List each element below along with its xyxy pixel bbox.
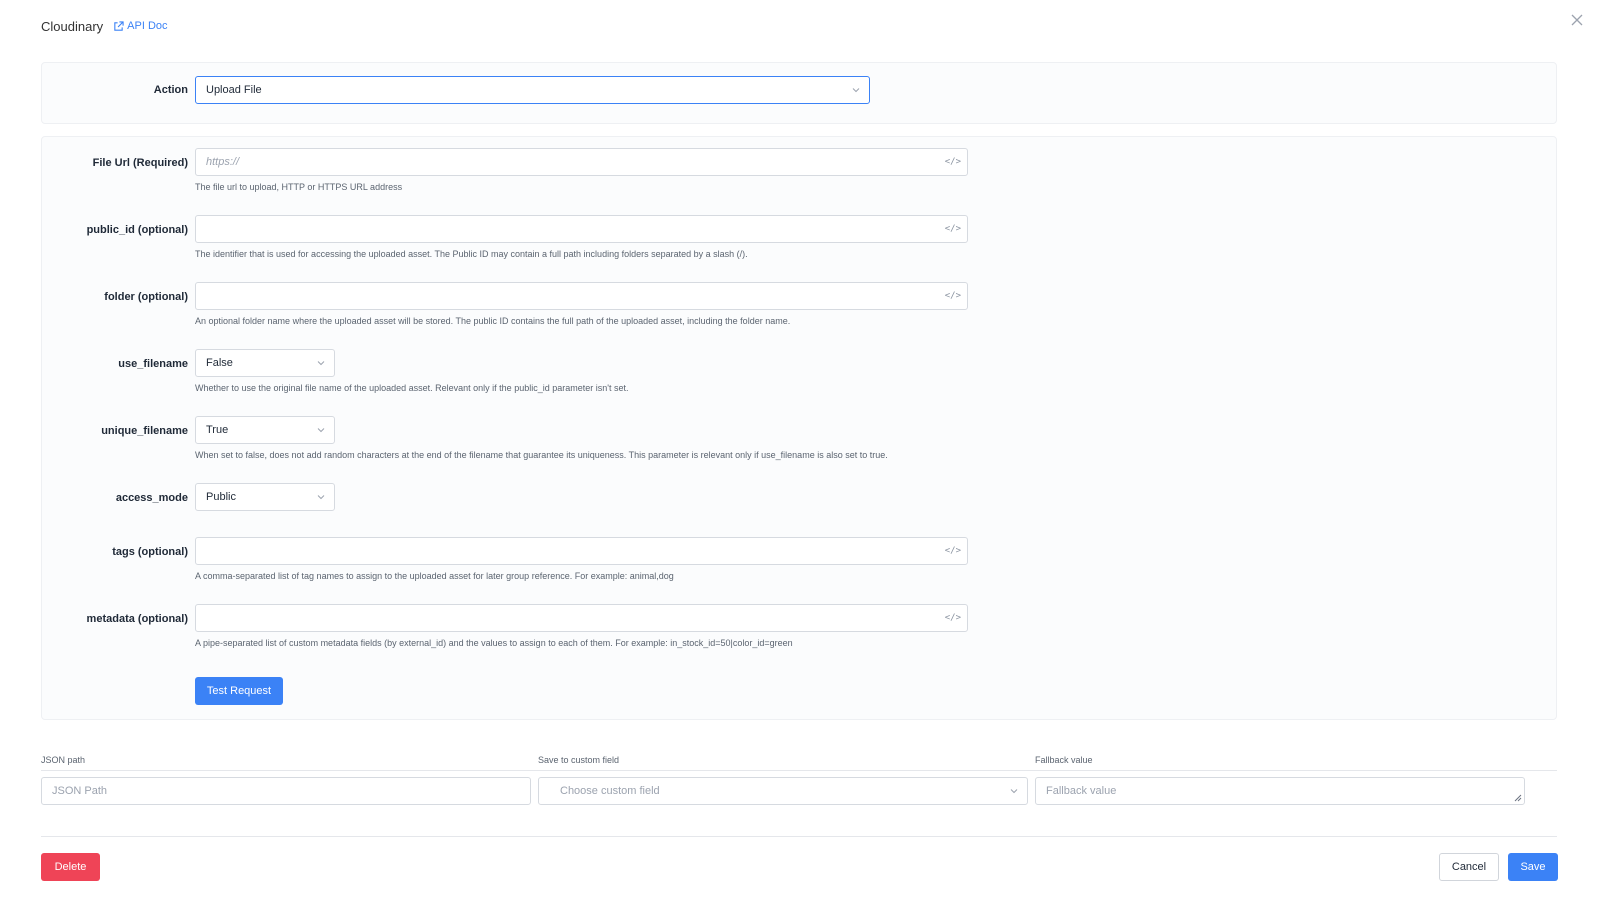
- field-help: A pipe-separated list of custom metadata…: [195, 638, 793, 648]
- field-help: An optional folder name where the upload…: [195, 316, 791, 326]
- save-button[interactable]: Save: [1508, 853, 1558, 881]
- use-filename-select[interactable]: False: [195, 349, 335, 377]
- field-label: File Url (Required): [92, 157, 188, 169]
- chevron-down-icon: [852, 88, 860, 93]
- field-help: A comma-separated list of tag names to a…: [195, 571, 674, 581]
- action-row: Action Upload File: [42, 76, 1556, 104]
- json-path-label: JSON path: [41, 755, 86, 765]
- action-label: Action: [153, 84, 188, 96]
- input-placeholder: Fallback value: [1046, 785, 1117, 797]
- code-icon[interactable]: </>: [945, 157, 961, 167]
- input-placeholder: https://: [206, 156, 240, 168]
- json-path-input[interactable]: JSON Path: [41, 777, 531, 805]
- field-label: unique_filename: [101, 425, 188, 437]
- test-request-button[interactable]: Test Request: [195, 677, 283, 705]
- field-label: access_mode: [115, 492, 188, 504]
- action-select[interactable]: Upload File: [195, 76, 870, 104]
- field-label: use_filename: [118, 358, 188, 370]
- fallback-label: Fallback value: [1035, 755, 1093, 765]
- chevron-down-icon: [317, 361, 325, 366]
- custom-field-label: Save to custom field: [538, 755, 620, 765]
- access-mode-select[interactable]: Public: [195, 483, 335, 511]
- field-label: folder (optional): [104, 291, 188, 303]
- custom-field-select[interactable]: Choose custom field: [538, 777, 1028, 805]
- select-value: False: [206, 357, 233, 369]
- field-help: The identifier that is used for accessin…: [195, 249, 748, 259]
- code-icon[interactable]: </>: [945, 546, 961, 556]
- app-title: Cloudinary: [41, 18, 104, 34]
- action-value: Upload File: [206, 84, 262, 96]
- chevron-down-icon: [317, 428, 325, 433]
- delete-button[interactable]: Delete: [41, 853, 100, 881]
- select-value: True: [206, 424, 229, 436]
- fields-panel: File Url (Required) https:// </> The fil…: [41, 136, 1557, 720]
- unique-filename-select[interactable]: True: [195, 416, 335, 444]
- tags-input[interactable]: </>: [195, 537, 968, 565]
- code-icon[interactable]: </>: [945, 613, 961, 623]
- chevron-down-icon: [1010, 789, 1018, 794]
- field-label: tags (optional): [112, 546, 188, 558]
- select-placeholder: Choose custom field: [560, 785, 660, 797]
- field-label: metadata (optional): [86, 613, 188, 625]
- action-panel: Action Upload File: [41, 62, 1557, 124]
- code-icon[interactable]: </>: [945, 224, 961, 234]
- folder-input[interactable]: </>: [195, 282, 968, 310]
- field-label: public_id (optional): [86, 224, 188, 236]
- field-help: When set to false, does not add random c…: [195, 450, 888, 460]
- file-url-input[interactable]: https:// </>: [195, 148, 968, 176]
- chevron-down-icon: [317, 495, 325, 500]
- footer-divider: [41, 836, 1557, 837]
- code-icon[interactable]: </>: [945, 291, 961, 301]
- input-placeholder: JSON Path: [52, 785, 108, 797]
- resize-handle-icon[interactable]: [1512, 792, 1522, 802]
- public-id-input[interactable]: </>: [195, 215, 968, 243]
- api-doc-label: API Doc: [127, 20, 168, 32]
- modal-header: Cloudinary API Doc: [41, 17, 168, 35]
- cancel-button[interactable]: Cancel: [1439, 853, 1499, 881]
- select-value: Public: [206, 491, 236, 503]
- field-help: The file url to upload, HTTP or HTTPS UR…: [195, 182, 403, 192]
- fallback-value-input[interactable]: Fallback value: [1035, 777, 1525, 805]
- field-help: Whether to use the original file name of…: [195, 383, 629, 393]
- metadata-input[interactable]: </>: [195, 604, 968, 632]
- close-icon[interactable]: [1569, 12, 1585, 28]
- api-doc-link[interactable]: API Doc: [113, 20, 168, 32]
- mapping-divider: [41, 770, 1557, 771]
- external-link-icon: [114, 20, 124, 31]
